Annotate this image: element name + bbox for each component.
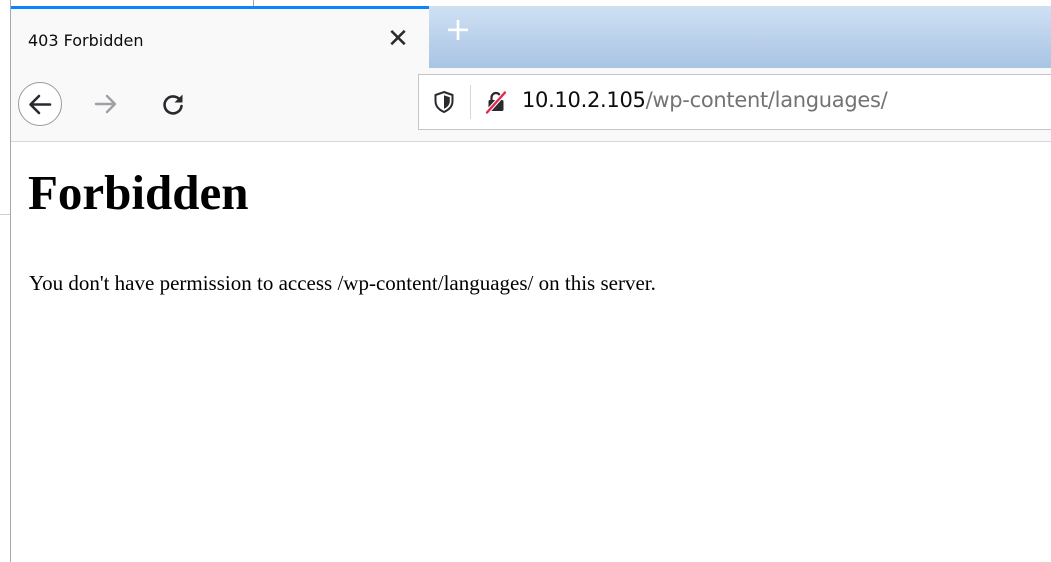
- browser-window: 403 Forbidden ✕ + 10.10.2.105/wp-content…: [0, 0, 1051, 562]
- page-heading: Forbidden: [28, 165, 249, 220]
- insecure-lock-icon[interactable]: [483, 89, 509, 115]
- close-icon[interactable]: ✕: [385, 26, 411, 52]
- back-button[interactable]: [18, 82, 62, 126]
- plus-icon: +: [444, 10, 472, 48]
- tab-title: 403 Forbidden: [28, 31, 144, 50]
- error-message: You don't have permission to access /wp-…: [29, 271, 656, 295]
- tab-active[interactable]: 403 Forbidden ✕: [11, 6, 429, 68]
- url-bar-separator: [470, 85, 471, 119]
- page-content: Forbidden You don't have permission to a…: [11, 142, 1051, 562]
- url-text[interactable]: 10.10.2.105/wp-content/languages/: [522, 88, 888, 112]
- url-bar[interactable]: 10.10.2.105/wp-content/languages/: [418, 74, 1051, 130]
- back-arrow-icon: [29, 94, 52, 115]
- window-divider: [0, 214, 10, 215]
- new-tab-button[interactable]: +: [443, 13, 473, 45]
- shield-icon[interactable]: [431, 89, 457, 115]
- forward-arrow-icon: [94, 94, 117, 114]
- url-path: /wp-content/languages/: [645, 88, 888, 112]
- url-host: 10.10.2.105: [522, 88, 646, 112]
- reload-button[interactable]: [158, 89, 188, 119]
- navigation-toolbar: 10.10.2.105/wp-content/languages/: [11, 68, 1051, 142]
- reload-icon: [163, 94, 183, 115]
- forward-button[interactable]: [91, 89, 121, 119]
